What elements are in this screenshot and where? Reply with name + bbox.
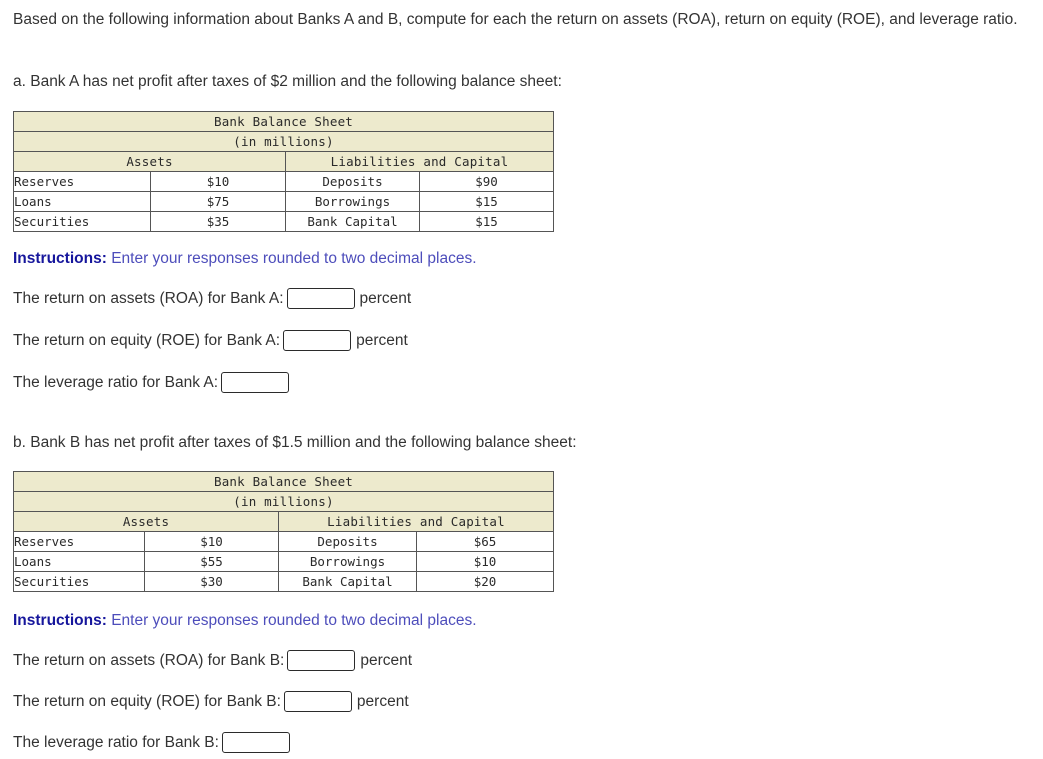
intro-paragraph: Based on the following information about…: [13, 11, 1018, 28]
answer-row-leverage-bank-b: The leverage ratio for Bank B:: [13, 732, 295, 753]
balance-sheet-subtitle: (in millions): [13, 131, 554, 152]
question-page: Based on the following information about…: [0, 0, 1043, 759]
table-title-row: Bank Balance Sheet: [13, 471, 554, 492]
liability-label: Borrowings: [278, 551, 417, 572]
table-row: Reserves $10 Deposits $65: [13, 531, 554, 552]
roa-input-bank-b[interactable]: [287, 650, 356, 671]
table-title-row: Bank Balance Sheet: [13, 111, 554, 132]
balance-sheet-title: Bank Balance Sheet: [13, 471, 554, 492]
table-row: Securities $30 Bank Capital $20: [13, 571, 554, 592]
leverage-input-bank-a[interactable]: [221, 372, 290, 393]
liability-label: Bank Capital: [285, 211, 420, 232]
balance-sheet-subtitle: (in millions): [13, 491, 554, 512]
table-subtitle-row: (in millions): [13, 131, 554, 152]
roe-input-bank-b[interactable]: [283, 691, 352, 712]
leverage-input-bank-b[interactable]: [221, 732, 290, 753]
liability-value: $90: [419, 171, 554, 192]
part-b-prompt: b. Bank B has net profit after taxes of …: [13, 434, 577, 451]
instructions-body: Enter your responses rounded to two deci…: [111, 250, 477, 267]
asset-value: $75: [150, 191, 286, 212]
answer-row-roe-bank-a: The return on equity (ROE) for Bank A: p…: [13, 330, 408, 351]
balance-sheet-title: Bank Balance Sheet: [13, 111, 554, 132]
liability-label: Deposits: [278, 531, 417, 552]
assets-header: Assets: [13, 511, 279, 532]
answer-suffix-roe-bank-a: percent: [356, 331, 408, 349]
answer-row-leverage-bank-a: The leverage ratio for Bank A:: [13, 372, 294, 393]
answer-suffix-roa-bank-a: percent: [359, 289, 412, 307]
instructions-lead: Instructions:: [13, 612, 107, 629]
answer-suffix-roa-bank-b: percent: [360, 651, 413, 669]
balance-sheet-table-bank-b: Bank Balance Sheet (in millions) Assets …: [13, 471, 554, 592]
asset-value: $10: [150, 171, 286, 192]
liability-label: Deposits: [285, 171, 420, 192]
answer-label-roa-bank-a: The return on assets (ROA) for Bank A:: [13, 289, 284, 307]
balance-sheet-table-bank-a: Bank Balance Sheet (in millions) Assets …: [13, 111, 554, 232]
assets-header: Assets: [13, 151, 286, 172]
liability-label: Borrowings: [285, 191, 420, 212]
liability-value: $20: [416, 571, 554, 592]
table-row: Reserves $10 Deposits $90: [13, 171, 554, 192]
asset-label: Securities: [13, 211, 151, 232]
roa-input-bank-a[interactable]: [286, 288, 355, 309]
liability-value: $15: [419, 191, 554, 212]
answer-label-leverage-bank-b: The leverage ratio for Bank B:: [13, 733, 219, 751]
instructions-part-b: Instructions: Enter your responses round…: [13, 611, 477, 631]
liabilities-header: Liabilities and Capital: [278, 511, 554, 532]
table-row: Loans $55 Borrowings $10: [13, 551, 554, 572]
liabilities-header: Liabilities and Capital: [285, 151, 554, 172]
liability-value: $15: [419, 211, 554, 232]
roe-input-bank-a[interactable]: [283, 330, 352, 351]
part-a-prompt: a. Bank A has net profit after taxes of …: [13, 73, 562, 90]
liability-value: $65: [416, 531, 554, 552]
answer-label-roe-bank-a: The return on equity (ROE) for Bank A:: [13, 331, 281, 349]
asset-label: Loans: [13, 191, 151, 212]
asset-value: $55: [144, 551, 279, 572]
asset-label: Reserves: [13, 531, 145, 552]
answer-row-roe-bank-b: The return on equity (ROE) for Bank B: p…: [13, 691, 409, 712]
liability-value: $10: [416, 551, 554, 572]
instructions-lead: Instructions:: [13, 250, 107, 267]
asset-label: Reserves: [13, 171, 151, 192]
asset-label: Loans: [13, 551, 145, 572]
table-section-header-row: Assets Liabilities and Capital: [13, 511, 554, 532]
asset-value: $30: [144, 571, 279, 592]
asset-value: $35: [150, 211, 286, 232]
asset-label: Securities: [13, 571, 145, 592]
instructions-part-a: Instructions: Enter your responses round…: [13, 249, 477, 269]
answer-suffix-roe-bank-b: percent: [356, 692, 409, 710]
table-row: Loans $75 Borrowings $15: [13, 191, 554, 212]
answer-row-roa-bank-a: The return on assets (ROA) for Bank A: p…: [13, 288, 411, 309]
answer-label-roe-bank-b: The return on equity (ROE) for Bank B:: [13, 692, 281, 710]
asset-value: $10: [144, 531, 279, 552]
table-section-header-row: Assets Liabilities and Capital: [13, 151, 554, 172]
liability-label: Bank Capital: [278, 571, 417, 592]
answer-label-leverage-bank-a: The leverage ratio for Bank A:: [13, 373, 219, 391]
instructions-body: Enter your responses rounded to two deci…: [111, 612, 477, 629]
answer-row-roa-bank-b: The return on assets (ROA) for Bank B: p…: [13, 650, 412, 671]
table-row: Securities $35 Bank Capital $15: [13, 211, 554, 232]
answer-label-roa-bank-b: The return on assets (ROA) for Bank B:: [13, 651, 285, 669]
table-subtitle-row: (in millions): [13, 491, 554, 512]
